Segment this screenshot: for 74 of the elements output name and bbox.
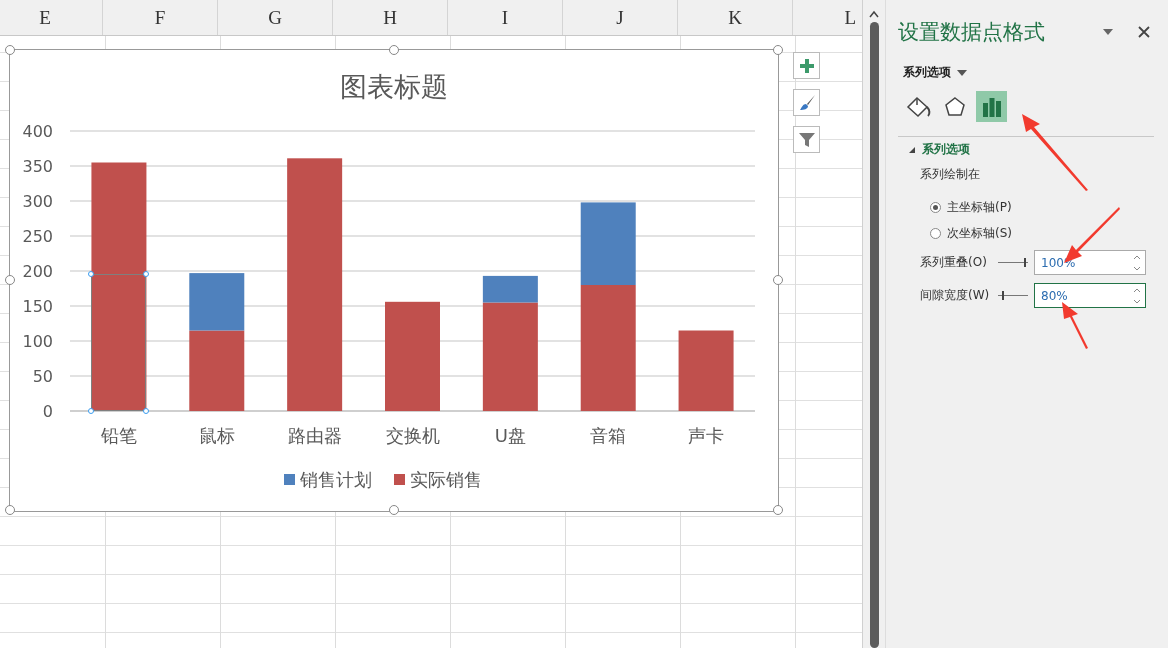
plus-icon [798, 57, 815, 74]
scroll-up-icon [869, 10, 879, 18]
resize-handle[interactable] [773, 45, 783, 55]
chart-area[interactable]: 图表标题 0 50 100 150 200 250 300 350 400 铅笔 鼠标 路由器 交换机 U盘 音箱 声卡 销售计划 实际销售 [10, 50, 778, 511]
axis-tick-label: 100 [22, 332, 53, 351]
legend-label[interactable]: 销售计划 [300, 469, 372, 490]
bar[interactable] [580, 202, 636, 285]
chart-styles-button[interactable] [793, 89, 820, 116]
category-label: 路由器 [287, 425, 342, 446]
spin-arrows-icon[interactable] [1133, 286, 1141, 305]
axis-tick-label: 400 [22, 122, 53, 141]
axis-tick-label: 0 [42, 402, 53, 421]
spin-field[interactable]: 80% [1034, 283, 1146, 308]
column-header[interactable]: E [0, 0, 103, 35]
bar[interactable] [189, 273, 245, 331]
category-label: U盘 [494, 425, 526, 446]
column-header[interactable]: H [333, 0, 448, 35]
callout-arrow-drawing [1060, 300, 1090, 350]
panel-title: 设置数据点格式 [898, 19, 1046, 46]
bar[interactable] [91, 162, 147, 411]
category-label: 声卡 [688, 425, 725, 446]
resize-handle[interactable] [389, 45, 399, 55]
axis-tick-label: 250 [22, 227, 53, 246]
add-chart-element-button[interactable] [793, 52, 820, 79]
paint-bucket-icon [904, 94, 931, 119]
column-header[interactable]: G [218, 0, 333, 35]
axis-tick-label: 300 [22, 192, 53, 211]
axis-tick-label: 50 [32, 367, 53, 386]
vertical-scrollbar[interactable] [862, 0, 885, 648]
bar[interactable] [482, 302, 538, 411]
scroll-thumb[interactable] [869, 22, 879, 648]
filter-icon [797, 131, 816, 148]
axis-tick-label: 150 [22, 297, 53, 316]
field-label: 间隙宽度(W) [920, 287, 991, 304]
radio-label[interactable]: 次坐标轴(S) [947, 225, 1012, 242]
chart-filters-button[interactable] [793, 126, 820, 153]
bar[interactable] [580, 285, 636, 411]
resize-handle[interactable] [389, 505, 399, 515]
radio-button[interactable] [930, 228, 941, 239]
resize-handle[interactable] [5, 45, 15, 55]
dropdown-caret-icon[interactable] [1102, 28, 1114, 36]
axis-tick-label: 200 [22, 262, 53, 281]
slider-thumb[interactable] [1002, 291, 1005, 300]
caret-icon [957, 69, 967, 76]
resize-handle[interactable] [5, 275, 15, 285]
pentagon-icon [942, 94, 967, 119]
column-header[interactable]: F [103, 0, 218, 35]
chart-title[interactable]: 图表标题 [340, 71, 448, 102]
category-label: 音箱 [590, 425, 627, 446]
radio-label[interactable]: 主坐标轴(P) [947, 199, 1012, 216]
spin-arrows-icon[interactable] [1133, 253, 1141, 272]
axis-tick-label: 350 [22, 157, 53, 176]
bar[interactable] [482, 275, 538, 303]
options-dropdown[interactable]: 系列选项 [898, 64, 967, 81]
option-label: 系列绘制在 [920, 166, 981, 183]
radio-button[interactable] [930, 202, 941, 213]
section-title[interactable]: 系列选项 [922, 141, 970, 158]
bar[interactable] [287, 158, 343, 411]
column-header[interactable]: L [793, 0, 862, 35]
field-label: 系列重叠(O) [920, 254, 988, 271]
collapse-triangle-icon[interactable] [908, 145, 916, 154]
resize-handle[interactable] [773, 275, 783, 285]
column-header[interactable]: K [678, 0, 793, 35]
column-header[interactable]: J [563, 0, 678, 35]
resize-handle[interactable] [5, 505, 15, 515]
resize-handle[interactable] [773, 505, 783, 515]
category-label: 鼠标 [198, 425, 235, 446]
close-icon[interactable] [1138, 26, 1150, 38]
column-header[interactable]: I [448, 0, 563, 35]
bar[interactable] [189, 330, 245, 411]
category-label: 交换机 [385, 425, 440, 446]
legend-label[interactable]: 实际销售 [410, 469, 482, 490]
bar[interactable] [678, 330, 734, 411]
category-label: 铅笔 [100, 425, 137, 446]
